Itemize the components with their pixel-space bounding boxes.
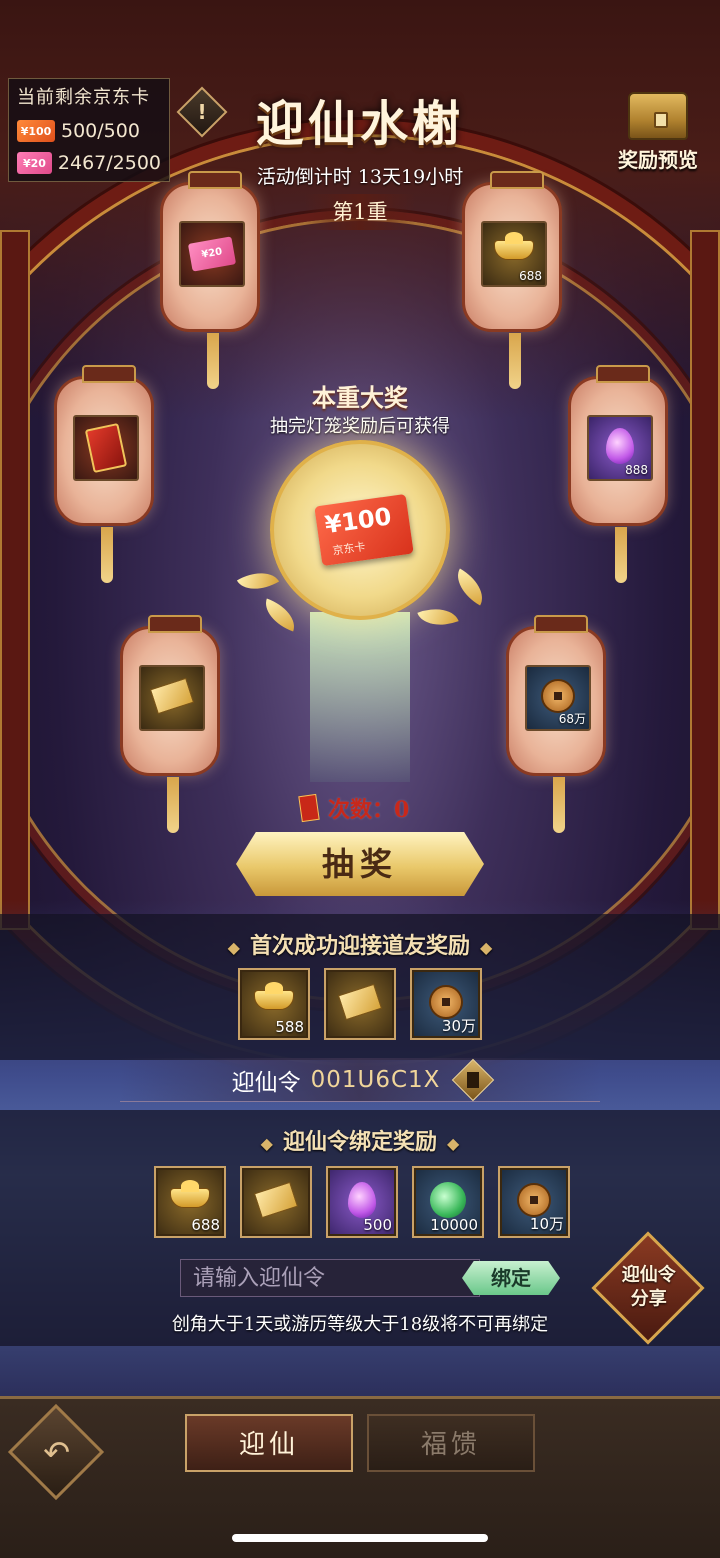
lantern-4[interactable]: 888 [568,365,668,583]
jd-card-panel-title: 当前剩余京东卡 [17,87,150,108]
lantern-1[interactable]: ¥20 [160,171,260,389]
tab-fukui[interactable]: 福馈 [367,1414,535,1472]
back-arrow-icon: ↶ [43,1433,71,1472]
bind-reward-item-4-count: 10000 [430,1216,478,1234]
lantern-reward-1: ¥20 [179,221,245,287]
prize-card-brand: 京东卡 [331,540,367,558]
gold-ticket-icon [337,983,383,1021]
copper-coin-icon [429,985,463,1019]
gold-ingot-icon [254,982,294,1010]
lantern-reward-2-count: 688 [519,269,542,283]
home-indicator[interactable] [232,1534,488,1542]
info-icon: ! [197,100,207,124]
jd-card-20-icon: ¥20 [187,236,237,272]
copper-coin-icon [541,679,575,713]
lantern-2[interactable]: 688 [462,171,562,389]
draw-button[interactable]: 抽奖 [236,832,484,896]
pillar-right [690,230,720,930]
bind-reward-items: 688 500 10000 10万 [154,1166,570,1238]
copy-code-button[interactable] [452,1058,495,1101]
jd-card-100-icon: ¥100 [17,120,55,142]
gold-ticket-icon [253,1181,299,1219]
bind-button[interactable]: 绑定 [462,1261,560,1295]
diamond-ornament-icon: ◆ [227,938,240,957]
lantern-5[interactable] [120,615,220,833]
red-packet-icon [298,793,320,823]
lantern-6[interactable]: 68万 [506,615,606,833]
bind-reward-title-text: 迎仙令绑定奖励 [282,1129,437,1155]
light-beam [310,612,410,782]
first-reward-item-3[interactable]: 30万 [410,968,482,1040]
grand-prize-subtitle: 抽完灯笼奖励后可获得 [270,416,450,437]
invite-code-input[interactable] [180,1259,480,1297]
lantern-reward-4: 888 [587,415,653,481]
jd-card-panel: 当前剩余京东卡 ¥100 500/500 ¥20 2467/2500 [8,78,170,182]
diamond-ornament-icon: ◆ [260,1134,273,1153]
jd-card-100-prize-icon: ¥100 京东卡 [314,493,414,567]
first-reward-title-text: 首次成功迎接道友奖励 [249,933,470,959]
jd-card-row-100: ¥100 500/500 [17,115,161,147]
purple-crystal-icon [348,1182,376,1218]
reward-preview-label: 奖励预览 [618,148,698,172]
lantern-3[interactable] [54,365,154,583]
first-reward-item-1[interactable]: 588 [238,968,310,1040]
first-reward-item-2[interactable] [324,968,396,1040]
bind-reward-item-3-count: 500 [363,1216,392,1234]
lantern-reward-4-count: 888 [625,463,648,477]
lantern-reward-3 [73,415,139,481]
invite-code-value: 001U6C1X [310,1066,441,1093]
lantern-reward-6: 68万 [525,665,591,731]
bind-reward-item-4[interactable]: 10000 [412,1166,484,1238]
copper-coin-icon [517,1183,551,1217]
bind-reward-item-2[interactable] [240,1166,312,1238]
first-reward-item-1-count: 588 [275,1018,304,1036]
draw-count-label: 次数：0 [328,797,410,823]
tier-label: 第1重 [305,194,415,230]
bind-reward-item-5[interactable]: 10万 [498,1166,570,1238]
lantern-reward-6-count: 68万 [558,712,586,726]
jade-orb-icon [430,1182,466,1218]
tab-yingxian[interactable]: 迎仙 [185,1414,353,1472]
first-reward-title: ◆ 首次成功迎接道友奖励 ◆ [0,928,720,960]
share-label-line2: 分享 [630,1288,667,1310]
treasure-chest-icon [628,92,688,140]
invite-code-row: 迎仙令 001U6C1X [120,1058,600,1102]
bind-reward-item-1[interactable]: 688 [154,1166,226,1238]
share-label: 迎仙令 分享 [616,1263,682,1311]
first-reward-items: 588 30万 [238,968,482,1040]
jd-card-20-icon: ¥20 [17,152,52,174]
red-packet-icon [84,422,128,474]
diamond-ornament-icon: ◆ [480,938,493,957]
diamond-ornament-icon: ◆ [447,1134,460,1153]
grand-prize-title: 本重大奖 [312,383,408,412]
jd-card-20-remaining: 2467/2500 [57,152,161,174]
event-countdown: 活动倒计时 13天19小时 [256,166,464,188]
reward-preview-button[interactable]: 奖励预览 [606,92,710,173]
gold-ingot-icon [170,1180,210,1208]
lantern-reward-5 [139,665,205,731]
draw-count: 次数：0 [298,792,410,824]
bind-reward-item-5-count: 10万 [529,1215,564,1233]
bind-reward-item-1-count: 688 [191,1216,220,1234]
bind-restriction-note: 创角大于1天或游历等级大于18级将不可再绑定 [171,1314,549,1335]
share-label-line1: 迎仙令 [621,1264,676,1286]
gold-ingot-icon [494,232,534,260]
first-reward-item-3-count: 30万 [441,1017,476,1035]
copy-icon [467,1071,480,1088]
jd-card-100-remaining: 500/500 [61,120,140,142]
purple-crystal-icon [606,428,634,464]
invite-code-label: 迎仙令 [231,1069,301,1096]
jd-card-row-20: ¥20 2467/2500 [17,147,161,179]
lantern-reward-2: 688 [481,221,547,287]
gold-ticket-icon [149,677,195,715]
page-title: 迎仙水榭 [255,96,464,152]
pillar-left [0,230,30,930]
bind-reward-item-3[interactable]: 500 [326,1166,398,1238]
bind-reward-title: ◆ 迎仙令绑定奖励 ◆ [0,1124,720,1156]
prize-card-amount: ¥100 [323,502,394,540]
